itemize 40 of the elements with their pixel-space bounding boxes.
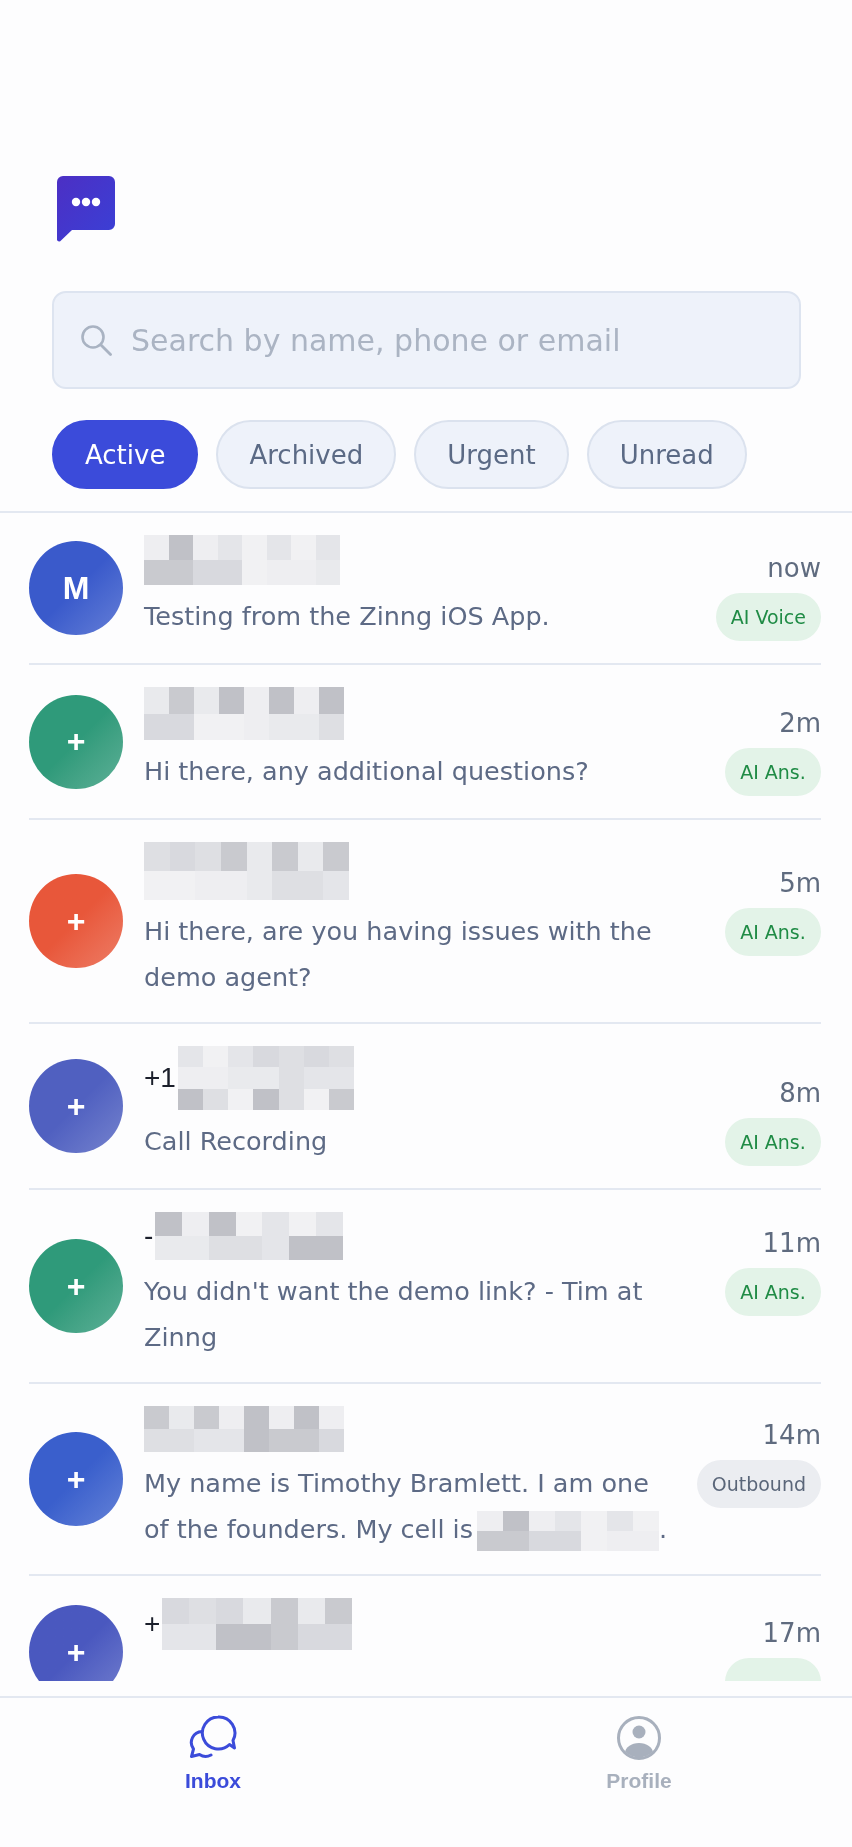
timestamp: 8m	[779, 1077, 821, 1110]
user-profile-icon	[616, 1715, 662, 1761]
timestamp: 5m	[779, 867, 821, 900]
message-end-text: .	[658, 1514, 668, 1544]
avatar: +	[29, 694, 123, 789]
filter-chip[interactable]: Archived	[216, 420, 397, 489]
timestamp: now	[767, 552, 821, 585]
avatar: +	[29, 1432, 123, 1526]
avatar: +	[29, 1239, 123, 1333]
channel-tag: AI Ans.	[725, 1268, 821, 1316]
chat-bubble-logo-icon	[57, 176, 115, 242]
filter-chip[interactable]: Urgent	[414, 420, 569, 489]
phone-prefix: +	[144, 1608, 161, 1640]
message-preview: Hi there, are you having issues with the demo agent?	[144, 916, 652, 992]
avatar: M	[29, 541, 123, 635]
avatar: +	[29, 1605, 123, 1681]
message-preview: My name is Timothy Bramlett. I am one of the founders. My cell is	[144, 1468, 649, 1544]
timestamp: 11m	[762, 1227, 821, 1260]
filter-chip[interactable]: Active	[52, 420, 199, 489]
avatar: +	[29, 874, 123, 968]
phone-prefix: +1	[144, 1062, 176, 1094]
channel-tag: Outbound	[696, 1460, 821, 1508]
chat-bubbles-icon	[189, 1715, 237, 1761]
nav-tab[interactable]: Inbox	[185, 1715, 241, 1793]
avatar: +	[29, 1059, 123, 1153]
timestamp: 2m	[779, 707, 821, 740]
channel-tag: AI Ans.	[725, 748, 821, 796]
message-preview: You didn't want the demo link? - Tim at Zinng	[144, 1276, 643, 1352]
message-preview: Call Recording	[144, 1126, 328, 1156]
search-field[interactable]: Search by name, phone or email	[52, 291, 801, 389]
message-preview: Hi there, any additional questions?	[144, 756, 589, 786]
message-preview: Testing from the Zinng iOS App.	[144, 601, 550, 631]
channel-tag: AI Ans.	[725, 908, 821, 956]
channel-tag: AI Voice	[715, 593, 821, 641]
search-icon	[80, 324, 112, 356]
timestamp: 17m	[762, 1617, 821, 1650]
phone-prefix: -	[144, 1220, 154, 1252]
filter-chip[interactable]: Unread	[586, 420, 747, 489]
timestamp: 14m	[762, 1419, 821, 1452]
channel-tag: AI Ans.	[725, 1118, 821, 1166]
